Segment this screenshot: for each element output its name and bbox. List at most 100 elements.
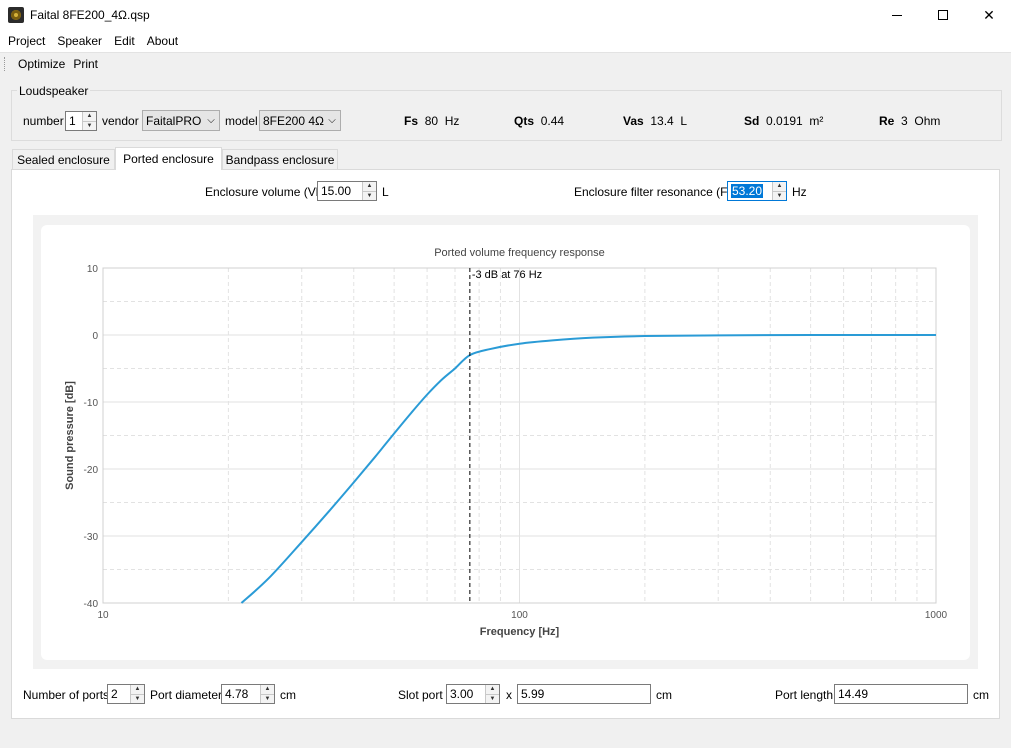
down-arrow-icon[interactable]: ▼ <box>363 191 376 200</box>
tab-bandpass[interactable]: Bandpass enclosure <box>222 149 338 169</box>
diameter-value: 4.78 <box>225 687 249 701</box>
model-combobox[interactable]: 8FE200 4Ω ⌵ <box>259 110 341 131</box>
diameter-unit: cm <box>280 688 296 702</box>
fb-label: Enclosure filter resonance (Fb) <box>574 185 739 199</box>
fb-value: 53.20 <box>731 184 764 198</box>
frequency-response-chart: 100-10-20-30-40 10 100 1000 -3 dB at 76 Hz… <box>64 247 948 638</box>
spin-arrows[interactable]: ▲ ▼ <box>362 182 376 200</box>
menu-edit[interactable]: Edit <box>108 34 141 48</box>
loudspeaker-group-title: Loudspeaker <box>17 84 91 98</box>
x-tick-labels: 10 100 1000 <box>97 610 947 621</box>
print-button[interactable]: Print <box>69 57 102 71</box>
down-arrow-icon[interactable]: ▼ <box>131 694 144 703</box>
param-value: 0.0191 <box>766 114 803 128</box>
port-length-label: Port length <box>775 688 834 702</box>
minimize-button[interactable] <box>874 0 920 30</box>
up-arrow-icon[interactable]: ▲ <box>261 685 274 695</box>
num-ports-label: Number of ports <box>23 688 110 702</box>
y-tick-labels: 10 0 -10 -20 -30 -40 <box>84 264 99 610</box>
window-title: Faital 8FE200_4Ω.qsp <box>30 8 150 22</box>
param-key: Vas <box>623 114 644 128</box>
up-arrow-icon[interactable]: ▲ <box>486 685 499 695</box>
slot-port-spinbox[interactable]: 3.00 ▲ ▼ <box>446 684 500 704</box>
param-fs: Fs 80 Hz <box>404 114 459 128</box>
slot-width-field[interactable] <box>517 684 651 704</box>
spin-arrows[interactable]: ▲ ▼ <box>485 685 499 703</box>
chart-grid <box>102 267 936 604</box>
vendor-combobox[interactable]: FaitalPRO ⌵ <box>142 110 220 131</box>
y-tick-label: 10 <box>87 264 99 275</box>
param-unit: Ohm <box>914 114 941 128</box>
x-axis-label: Frequency [Hz] <box>480 626 560 638</box>
param-vas: Vas 13.4 L <box>623 114 687 128</box>
tab-ported[interactable]: Ported enclosure <box>115 147 222 170</box>
menu-bar: Project Speaker Edit About <box>0 30 1011 52</box>
menu-speaker[interactable]: Speaker <box>51 34 108 48</box>
port-length-unit: cm <box>973 688 989 702</box>
annotation-label: -3 dB at 76 Hz <box>472 269 542 281</box>
slot-port-value: 3.00 <box>450 687 474 701</box>
fb-spinbox[interactable]: 53.20 ▲ ▼ <box>727 181 787 201</box>
menu-project[interactable]: Project <box>2 34 51 48</box>
num-ports-spinbox[interactable]: 2 ▲ ▼ <box>107 684 145 704</box>
param-value: 3 <box>901 114 908 128</box>
up-arrow-icon[interactable]: ▲ <box>363 182 376 192</box>
y-tick-label: -40 <box>84 599 99 610</box>
y-tick-label: -20 <box>84 465 99 476</box>
maximize-button[interactable] <box>920 0 966 30</box>
up-arrow-icon[interactable]: ▲ <box>83 112 96 122</box>
spin-arrows[interactable]: ▲ ▼ <box>260 685 274 703</box>
volume-value: 15.00 <box>321 184 352 198</box>
x-tick-label: 100 <box>511 610 528 621</box>
slot-port-label: Slot port <box>398 688 443 702</box>
diameter-spinbox[interactable]: 4.78 ▲ ▼ <box>221 684 275 704</box>
param-re: Re 3 Ohm <box>879 114 940 128</box>
y-axis-label: Sound pressure [dB] <box>64 381 76 490</box>
toolbar-grip[interactable] <box>4 56 7 71</box>
speaker-app-icon <box>8 7 24 23</box>
number-label: number <box>23 114 64 128</box>
volume-label: Enclosure volume (Vb) <box>205 185 327 199</box>
y-tick-label: 0 <box>92 331 98 342</box>
tab-sealed[interactable]: Sealed enclosure <box>12 149 115 169</box>
param-key: Re <box>879 114 895 128</box>
number-spinbox[interactable]: 1 ▲ ▼ <box>65 111 97 131</box>
spin-arrows[interactable]: ▲ ▼ <box>82 112 96 130</box>
port-length-field[interactable] <box>834 684 968 704</box>
down-arrow-icon[interactable]: ▼ <box>773 191 786 200</box>
down-arrow-icon[interactable]: ▼ <box>486 694 499 703</box>
param-unit: L <box>680 114 688 128</box>
param-key: Fs <box>404 114 419 128</box>
number-value: 1 <box>69 114 76 128</box>
title-bar <box>0 0 1011 30</box>
num-ports-value: 2 <box>111 687 118 701</box>
up-arrow-icon[interactable]: ▲ <box>773 182 786 192</box>
slot-unit: cm <box>656 688 672 702</box>
param-qts: Qts 0.44 <box>514 114 564 128</box>
chevron-down-icon: ⌵ <box>328 115 336 126</box>
optimize-button[interactable]: Optimize <box>14 57 69 71</box>
param-unit: m² <box>809 114 824 128</box>
toolbar: Optimize Print <box>0 52 1011 74</box>
param-value: 80 <box>424 114 439 128</box>
slot-times-label: x <box>506 688 512 702</box>
x-tick-label: 10 <box>97 610 109 621</box>
y-tick-label: -10 <box>84 398 99 409</box>
down-arrow-icon[interactable]: ▼ <box>83 121 96 130</box>
minimize-icon <box>892 14 902 16</box>
param-key: Qts <box>514 114 535 128</box>
volume-spinbox[interactable]: 15.00 ▲ ▼ <box>317 181 377 201</box>
close-button[interactable]: ✕ <box>966 0 1011 30</box>
diameter-label: Port diameter <box>150 688 223 702</box>
up-arrow-icon[interactable]: ▲ <box>131 685 144 695</box>
spin-arrows[interactable]: ▲ ▼ <box>130 685 144 703</box>
param-key: Sd <box>744 114 760 128</box>
down-arrow-icon[interactable]: ▼ <box>261 694 274 703</box>
chart-title: Ported volume frequency response <box>434 247 605 259</box>
param-sd: Sd 0.0191 m² <box>744 114 823 128</box>
param-value: 13.4 <box>650 114 674 128</box>
y-tick-label: -30 <box>84 532 99 543</box>
spin-arrows[interactable]: ▲ ▼ <box>772 182 786 200</box>
x-tick-label: 1000 <box>925 610 948 621</box>
menu-about[interactable]: About <box>141 34 184 48</box>
